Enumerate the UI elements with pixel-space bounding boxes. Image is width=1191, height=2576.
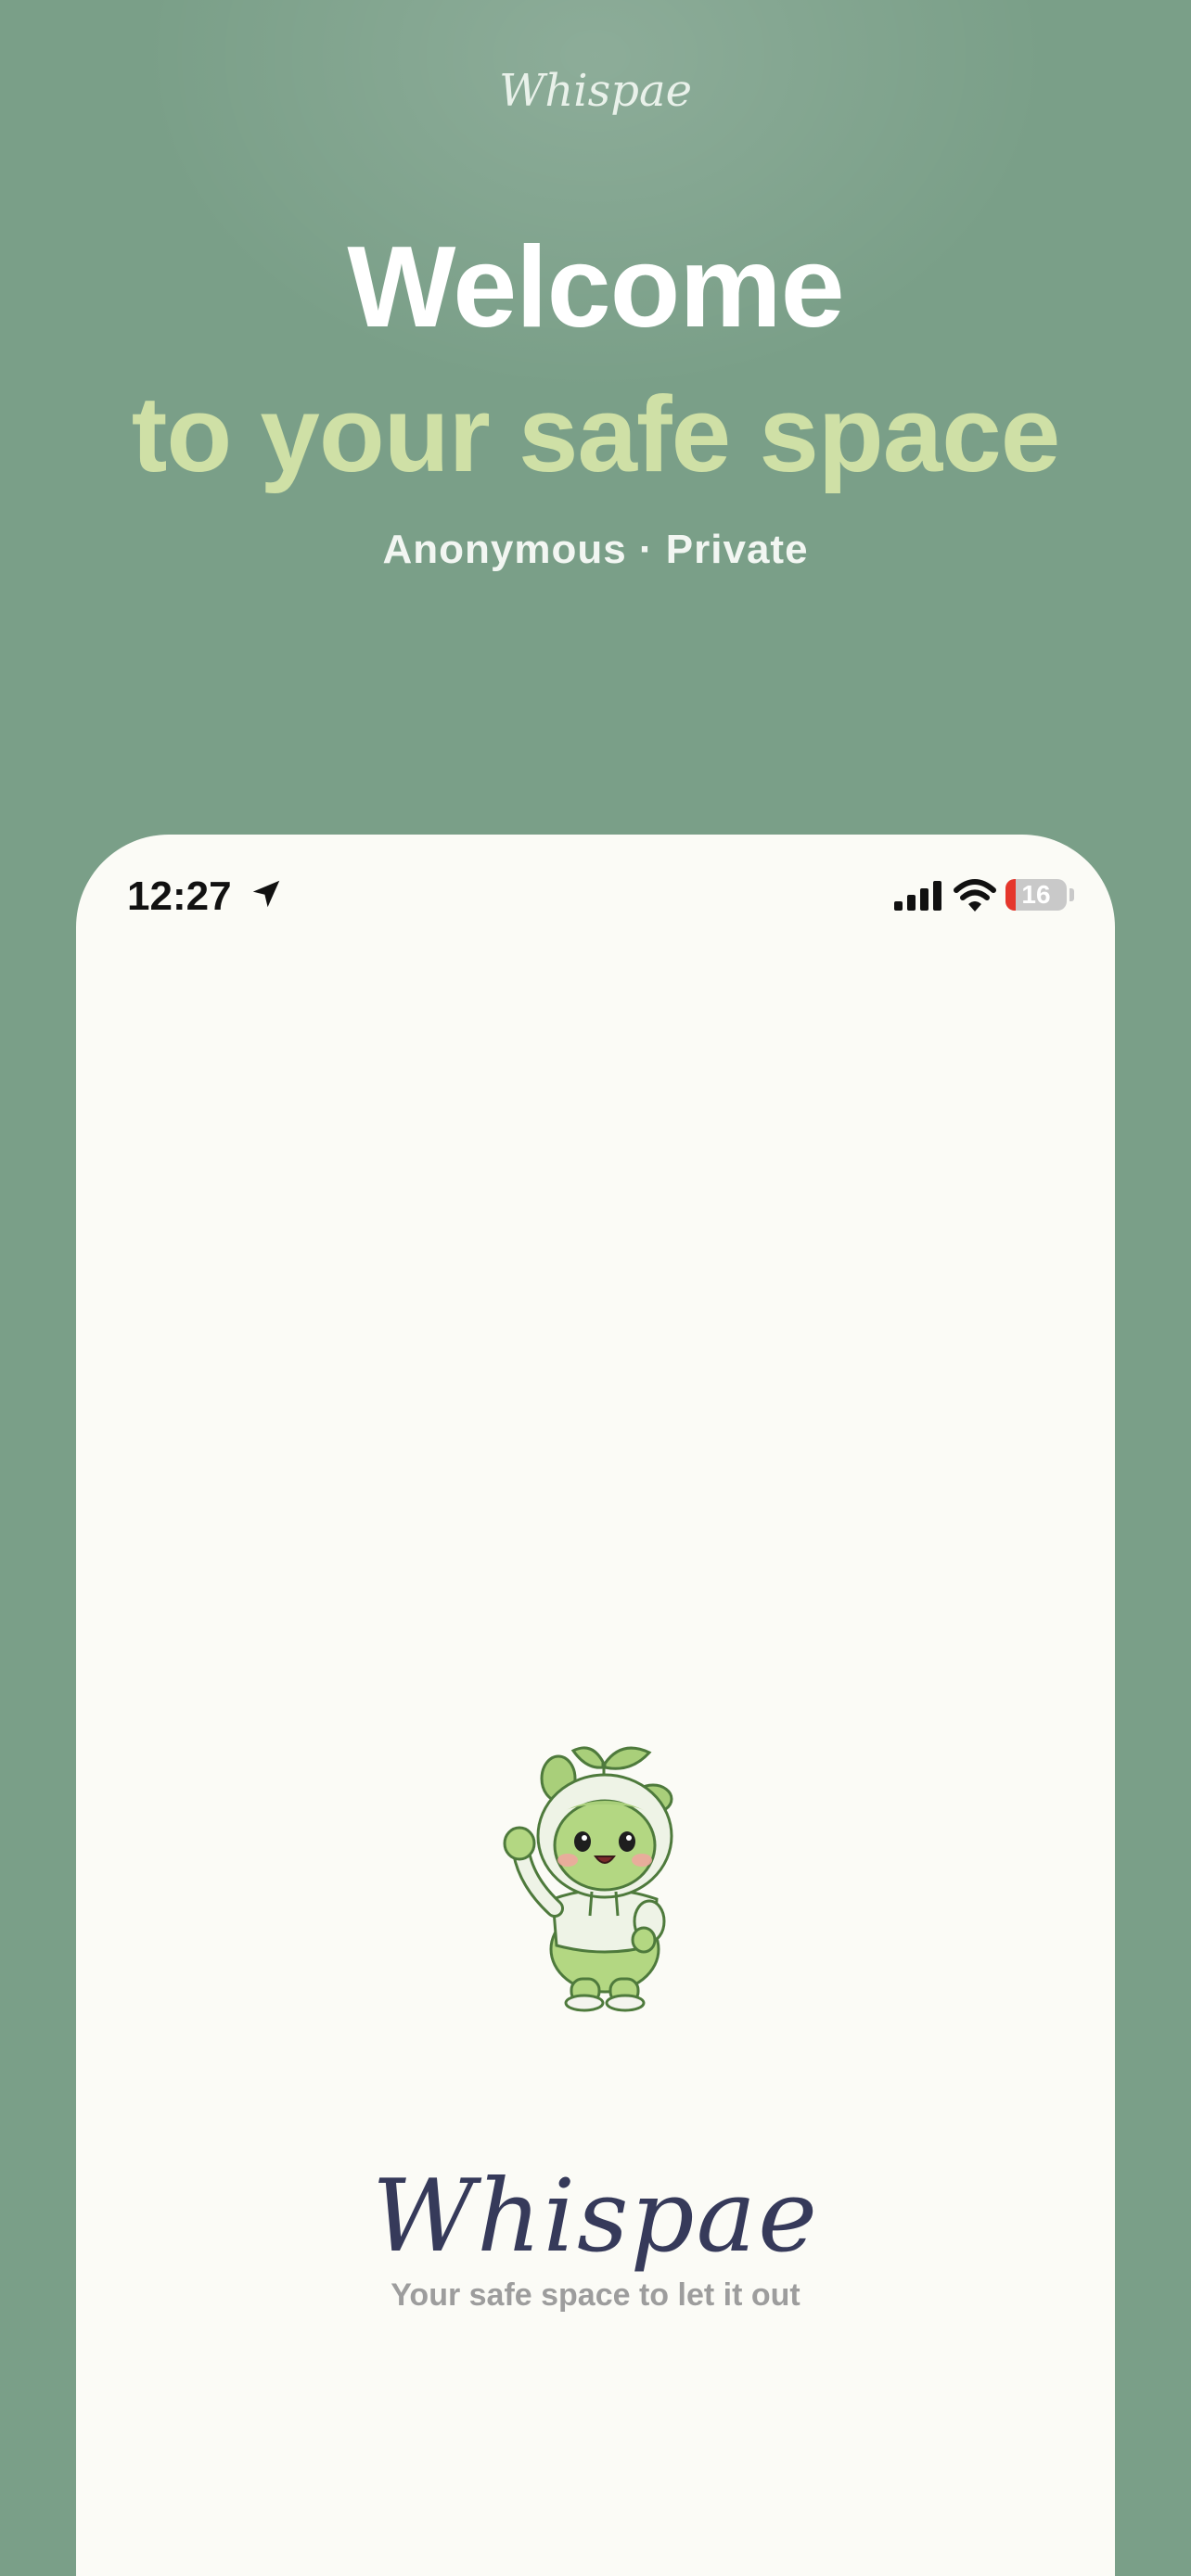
battery-cap: [1069, 888, 1074, 901]
cellular-signal-icon: [894, 881, 941, 911]
sprout-mascot-icon: [503, 1746, 673, 2012]
brand-tagline: Your safe space to let it out: [391, 2277, 800, 2313]
wifi-icon: [954, 879, 996, 912]
battery-level-text: 16: [1021, 880, 1051, 909]
brand-logo: Whispae: [372, 2159, 819, 2275]
hero-title: Welcome: [347, 223, 844, 351]
status-time: 12:27: [127, 874, 232, 919]
top-brand-wordmark: Whispae: [499, 65, 692, 117]
hero-subtitle: to your safe space: [131, 374, 1061, 494]
battery-indicator: 16: [1005, 879, 1067, 911]
phone-screen: 12:27 16 Whispae Your safe space to let …: [76, 835, 1115, 2576]
location-arrow-icon: [252, 880, 280, 908]
status-bar: 12:27 16: [76, 835, 1115, 955]
hero-tagline: Anonymous · Private: [382, 527, 809, 572]
